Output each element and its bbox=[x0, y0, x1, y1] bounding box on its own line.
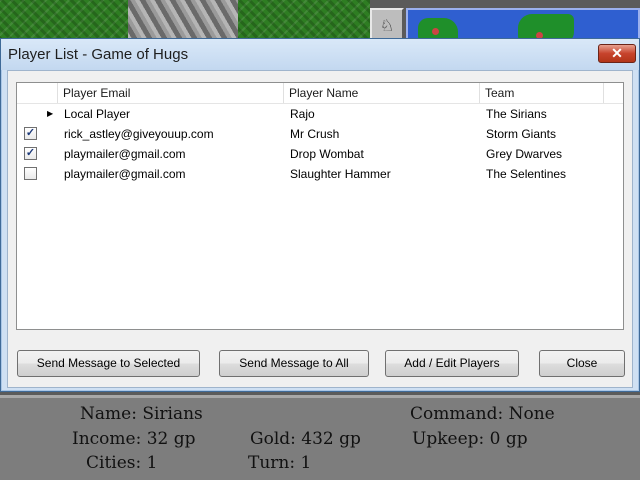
select-checkbox[interactable]: ✓ bbox=[24, 127, 37, 140]
current-row-arrow-icon: ▶ bbox=[47, 109, 54, 118]
player-team[interactable]: Grey Dwarves bbox=[481, 144, 562, 164]
table-row[interactable]: ✓ rick_astley@giveyouup.com Mr Crush Sto… bbox=[17, 124, 623, 144]
dialog-titlebar[interactable]: Player List - Game of Hugs ✕ bbox=[1, 39, 639, 70]
status-turn: Turn: 1 bbox=[248, 453, 312, 473]
player-name[interactable]: Slaughter Hammer bbox=[285, 164, 391, 184]
table-row[interactable]: ✓ playmailer@gmail.com Drop Wombat Grey … bbox=[17, 144, 623, 164]
player-email[interactable]: Local Player bbox=[59, 104, 130, 124]
status-gold: Gold: 432 gp bbox=[250, 429, 361, 449]
dialog-client-area: Player Email Player Name Team ▶ Local Pl… bbox=[7, 70, 633, 388]
send-message-all-button[interactable]: Send Message to All bbox=[219, 350, 369, 377]
send-message-selected-button[interactable]: Send Message to Selected bbox=[17, 350, 200, 377]
player-name[interactable]: Rajo bbox=[285, 104, 315, 124]
player-list-dialog: Player List - Game of Hugs ✕ Player Emai… bbox=[0, 38, 640, 392]
player-email[interactable]: rick_astley@giveyouup.com bbox=[59, 124, 214, 144]
player-name[interactable]: Drop Wombat bbox=[285, 144, 364, 164]
select-checkbox[interactable]: ✓ bbox=[24, 147, 37, 160]
player-grid[interactable]: Player Email Player Name Team ▶ Local Pl… bbox=[16, 82, 624, 330]
table-row[interactable]: ▶ Local Player Rajo The Sirians bbox=[17, 104, 623, 124]
status-name: Name: Sirians bbox=[80, 404, 203, 424]
close-icon[interactable]: ✕ bbox=[598, 44, 636, 63]
column-header-select[interactable] bbox=[17, 83, 58, 103]
player-team[interactable]: Storm Giants bbox=[481, 124, 556, 144]
select-checkbox[interactable] bbox=[24, 167, 37, 180]
minimap-city-marker bbox=[432, 28, 439, 35]
status-cities: Cities: 1 bbox=[86, 453, 158, 473]
close-button[interactable]: Close bbox=[539, 350, 625, 377]
add-edit-players-button[interactable]: Add / Edit Players bbox=[385, 350, 519, 377]
table-row[interactable]: playmailer@gmail.com Slaughter Hammer Th… bbox=[17, 164, 623, 184]
grid-header: Player Email Player Name Team bbox=[17, 83, 623, 104]
player-team[interactable]: The Sirians bbox=[481, 104, 547, 124]
player-email[interactable]: playmailer@gmail.com bbox=[59, 164, 186, 184]
dialog-title: Player List - Game of Hugs bbox=[8, 46, 189, 63]
player-name[interactable]: Mr Crush bbox=[285, 124, 339, 144]
status-upkeep: Upkeep: 0 gp bbox=[412, 429, 528, 449]
mountain-terrain bbox=[128, 0, 238, 40]
column-header-team[interactable]: Team bbox=[480, 83, 604, 103]
unit-tool-button[interactable]: ♘ bbox=[370, 8, 404, 40]
column-header-email[interactable]: Player Email bbox=[58, 83, 284, 103]
status-income: Income: 32 gp bbox=[72, 429, 196, 449]
status-command: Command: None bbox=[410, 404, 555, 424]
column-header-name[interactable]: Player Name bbox=[284, 83, 480, 103]
player-team[interactable]: The Selentines bbox=[481, 164, 566, 184]
player-email[interactable]: playmailer@gmail.com bbox=[59, 144, 186, 164]
status-panel: Name: Sirians Command: None Income: 32 g… bbox=[0, 395, 640, 480]
